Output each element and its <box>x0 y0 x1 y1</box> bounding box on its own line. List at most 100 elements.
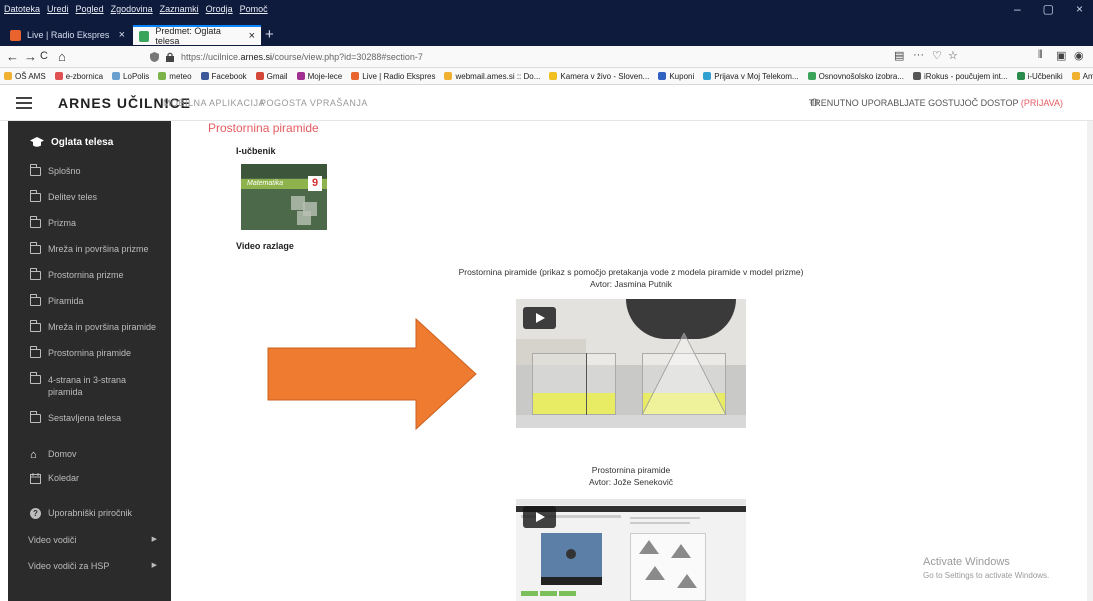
bookmark-item[interactable]: Kuponi <box>658 72 694 81</box>
i-ucbenik-cover-image[interactable]: Matematika 9 <box>241 164 327 230</box>
page-actions-menu[interactable]: ··· <box>913 49 924 61</box>
bookmark-item[interactable]: Moje-lece <box>296 72 342 81</box>
forward-icon[interactable]: → <box>24 49 37 64</box>
bookmark-item[interactable]: Osnovnošolsko izobra... <box>807 72 904 81</box>
bookmark-item[interactable]: meteo <box>158 72 192 81</box>
bookmark-item[interactable]: Facebook <box>200 71 247 81</box>
caret-right-icon: ▶ <box>151 562 157 569</box>
bookmark-favicon-icon <box>444 72 453 80</box>
menu-help[interactable]: Pomoč <box>240 4 268 14</box>
sidebar-item-delitev-teles[interactable]: Delitev teles <box>8 190 171 202</box>
folder-icon <box>30 346 41 358</box>
sidebar-item-mreza-piramide[interactable]: Mreža in površina piramide <box>8 320 171 332</box>
bookmark-label: Facebook <box>211 71 247 81</box>
folder-icon <box>30 294 41 306</box>
tab-bar: Live | Radio Ekspres × Predmet: Oglata t… <box>0 22 1093 46</box>
video2-author: Avtor: Jože Senekovič <box>589 477 673 487</box>
bookmark-item[interactable]: Gmail <box>255 72 288 81</box>
sidebar-item-splosno[interactable]: Splošno <box>8 164 171 176</box>
account-icon[interactable]: ◉ <box>1074 49 1084 62</box>
sidebar-item-prostornina-prizme[interactable]: Prostornina prizme <box>8 268 171 280</box>
play-icon[interactable] <box>523 307 556 329</box>
close-tab-icon[interactable]: × <box>249 30 255 42</box>
menu-bookmarks[interactable]: Zaznamki <box>160 4 199 14</box>
sidebar-item-sestavljena-telesa[interactable]: Sestavljena telesa <box>8 411 171 423</box>
reload-icon[interactable]: C <box>40 50 48 62</box>
bookmark-item[interactable]: e-zbornica <box>54 71 104 81</box>
window-title-bar: Datoteka Uredi Pogled Zgodovina Zaznamki… <box>0 0 1093 22</box>
sidebar-item-prostornina-piramide[interactable]: Prostornina piramide <box>8 346 171 358</box>
sidebar-item-prizma[interactable]: Prizma <box>8 216 171 228</box>
bookmark-label: OŠ AMS <box>15 71 46 81</box>
bookmark-item[interactable]: OŠ AMS <box>4 72 46 81</box>
course-content: Prostornina piramide I-učbenik Matematik… <box>171 121 1087 601</box>
bookmark-label: LoPolis <box>123 71 150 81</box>
menu-edit[interactable]: Uredi <box>47 4 69 14</box>
menu-view[interactable]: Pogled <box>76 4 104 14</box>
menu-file[interactable]: Datoteka <box>4 4 40 14</box>
home-icon[interactable]: ⌂ <box>58 49 66 64</box>
maximize-button[interactable]: ▢ <box>1043 2 1054 16</box>
sidebar-item-video-guides[interactable]: Video vodiči ▶ <box>8 535 171 545</box>
bookmark-label: Live | Radio Ekspres <box>362 71 436 81</box>
address-bar[interactable]: https://ucilnice.arnes.si/course/view.ph… <box>150 48 970 66</box>
bookmark-label: iRokus - poučujem int... <box>923 71 1008 81</box>
bookmark-item[interactable]: Ames Video <box>1071 72 1093 81</box>
calendar-icon <box>30 473 41 484</box>
bookmark-item[interactable]: Live | Radio Ekspres <box>351 72 435 81</box>
hamburger-menu-icon[interactable] <box>16 94 32 110</box>
bookmark-favicon-icon <box>658 72 667 80</box>
library-icon[interactable]: ⫴ <box>1038 49 1043 62</box>
sidebar-item-4-strana-piramida[interactable]: 4-strana in 3-strana piramida <box>8 372 138 398</box>
bookmark-favicon-icon <box>296 72 305 80</box>
bookmark-star-icon[interactable]: ☆ <box>948 49 958 62</box>
back-icon[interactable]: ← <box>6 49 19 64</box>
bookmark-label: webmail.ames.si :: Do... <box>455 71 541 81</box>
page-scrollbar[interactable] <box>1087 121 1093 601</box>
bookmark-favicon-icon <box>703 72 712 80</box>
folder-icon <box>30 320 41 332</box>
bookmark-favicon-icon <box>158 72 167 80</box>
video1-player[interactable] <box>516 299 746 428</box>
bookmark-item[interactable]: LoPolis <box>112 72 149 81</box>
play-icon[interactable] <box>523 506 556 528</box>
folder-icon <box>30 164 41 176</box>
menu-tools[interactable]: Orodja <box>206 4 233 14</box>
video1-author: Avtor: Jasmina Putnik <box>589 279 673 289</box>
bookmark-label: e-zbornica <box>65 71 104 81</box>
bookmark-favicon-icon <box>912 72 921 80</box>
minimize-button[interactable]: – <box>1014 2 1021 16</box>
sidebar-course-title[interactable]: Oglata telesa <box>8 137 171 148</box>
course-favicon-icon <box>139 30 150 42</box>
bookmark-item[interactable]: webmail.ames.si :: Do... <box>444 72 540 81</box>
video-razlage-heading: Video razlage <box>236 241 294 251</box>
sidebar-item-user-manual[interactable]: ? Uporabniški priročnik <box>8 508 171 519</box>
close-window-button[interactable]: × <box>1076 2 1083 16</box>
bookmark-favicon-icon <box>549 72 558 80</box>
sidebar-item-calendar[interactable]: Koledar <box>8 473 171 484</box>
new-tab-button[interactable]: + <box>265 26 274 43</box>
close-tab-icon[interactable]: × <box>119 29 125 41</box>
reader-view-icon[interactable]: ▤ <box>894 49 904 62</box>
bookmark-item[interactable]: i-Učbeniki <box>1016 72 1063 81</box>
bookmark-item[interactable]: Prijava v Moj Telekom... <box>703 72 799 81</box>
sidebar-item-video-guides-hsp[interactable]: Video vodiči za HSP ▶ <box>8 561 171 571</box>
sidebar-icon[interactable]: ▣ <box>1056 49 1066 62</box>
bookmark-label: Kamera v živo - Sloven... <box>560 71 650 81</box>
sidebar-item-home[interactable]: ⌂ Domov <box>8 449 171 461</box>
faq-link[interactable]: POGOSTA VPRAŠANJA <box>260 98 368 108</box>
tab-oglata-telesa[interactable]: Predmet: Oglata telesa × <box>133 25 261 46</box>
sidebar-item-piramida[interactable]: Piramida <box>8 294 171 306</box>
radio-favicon-icon <box>10 29 21 41</box>
folder-icon <box>30 268 41 280</box>
video2-player[interactable] <box>516 499 746 601</box>
sidebar-item-mreza-prizme[interactable]: Mreža in površina prizme <box>8 242 171 254</box>
login-link[interactable]: (PRIJAVA) <box>1021 98 1063 108</box>
book-grade-badge: 9 <box>308 176 322 191</box>
bookmark-item[interactable]: Kamera v živo - Sloven... <box>549 72 649 81</box>
pocket-icon[interactable]: ♡ <box>932 49 942 62</box>
menu-history[interactable]: Zgodovina <box>111 4 153 14</box>
bookmark-item[interactable]: iRokus - poučujem int... <box>912 71 1008 81</box>
mobile-app-link[interactable]: MOBILNA APLIKACIJA <box>163 98 265 108</box>
tab-radio-ekspres[interactable]: Live | Radio Ekspres × <box>4 25 131 45</box>
